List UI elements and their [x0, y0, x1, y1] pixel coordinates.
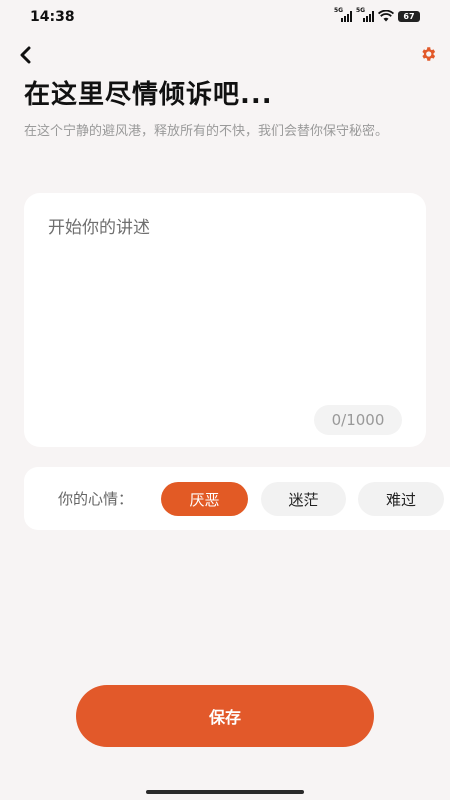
mood-chip-sad[interactable]: 难过: [358, 482, 444, 516]
status-icons: 5G 5G 67: [334, 7, 420, 22]
status-time: 14:38: [30, 9, 75, 25]
mood-chip-confused[interactable]: 迷茫: [261, 482, 346, 516]
chevron-left-icon: [20, 46, 31, 64]
home-indicator[interactable]: [146, 790, 304, 794]
char-count: 0/1000: [314, 405, 402, 435]
gear-icon: [422, 47, 436, 61]
network-type-label: 5G: [356, 7, 366, 14]
mood-selector: 你的心情： 厌恶 迷茫 难过: [24, 467, 450, 530]
wifi-icon: [378, 10, 394, 22]
save-button[interactable]: 保存: [76, 685, 374, 747]
battery-icon: 67: [398, 10, 420, 22]
page-subtitle: 在这个宁静的避风港，释放所有的不快，我们会替你保守秘密。: [24, 124, 389, 139]
back-button[interactable]: [14, 43, 38, 67]
mood-chip-disgust[interactable]: 厌恶: [161, 482, 248, 516]
cellular-signal-icon: 5G: [334, 7, 352, 22]
status-bar: 14:38 5G 5G 67: [0, 0, 450, 36]
story-input[interactable]: [48, 213, 403, 393]
settings-button[interactable]: [418, 44, 438, 64]
cellular-signal-icon: 5G: [356, 7, 374, 22]
mood-label: 你的心情：: [58, 490, 134, 508]
story-card: 0/1000: [24, 193, 426, 447]
network-type-label: 5G: [334, 7, 344, 14]
page-title: 在这里尽情倾诉吧...: [24, 80, 273, 110]
